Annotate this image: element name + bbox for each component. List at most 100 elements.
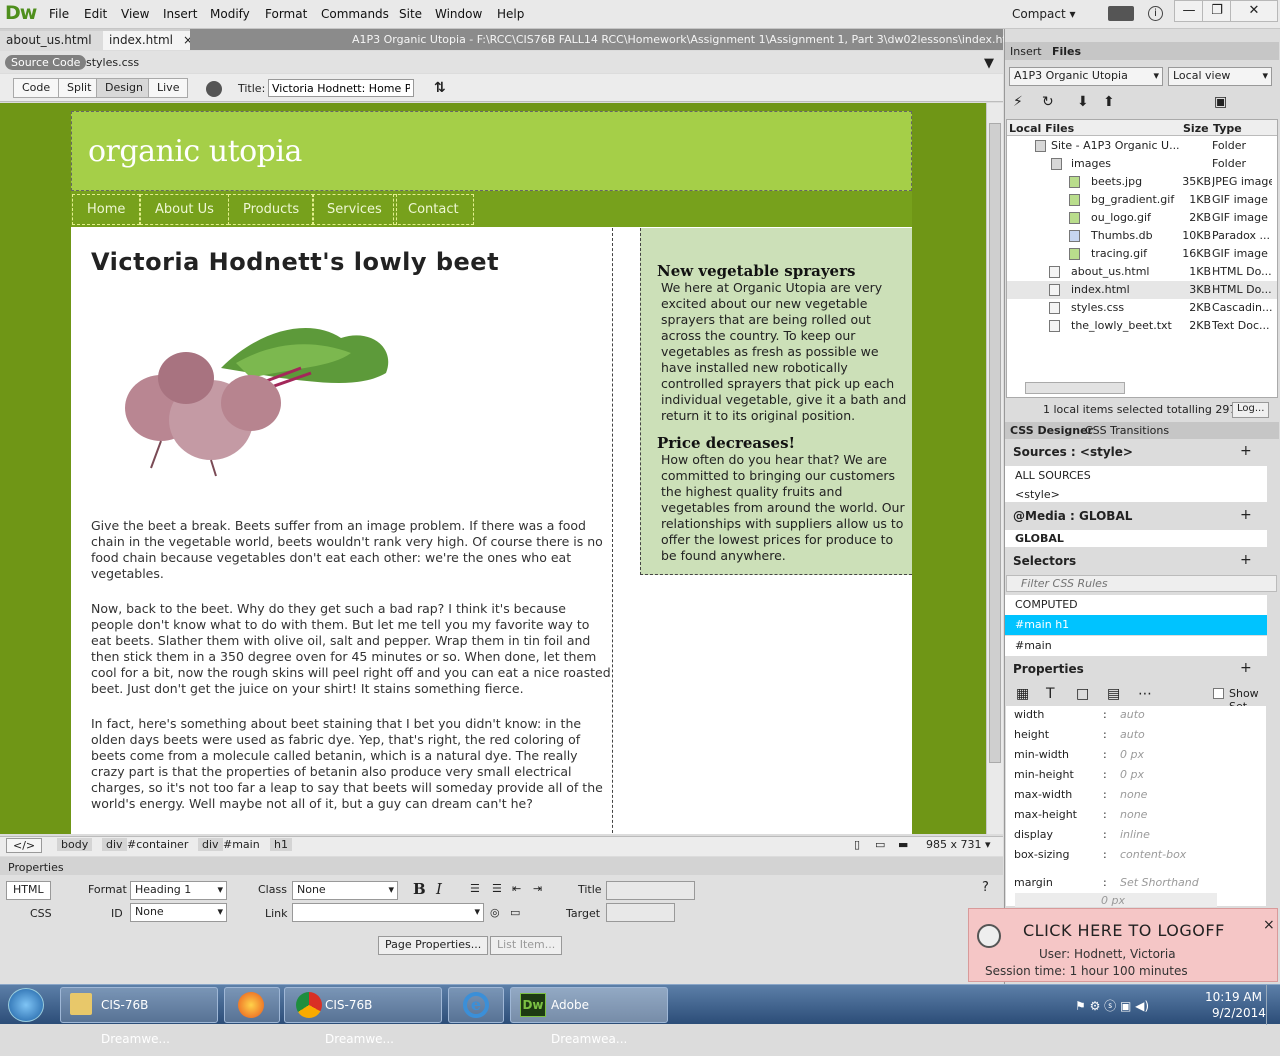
help-icon[interactable]: ? (982, 880, 989, 895)
view-select[interactable]: Local view ▾ (1168, 67, 1272, 86)
minimize-button[interactable]: — (1174, 0, 1204, 22)
bold-button[interactable]: B (413, 880, 426, 898)
clock-date[interactable]: 9/2/2014 (1212, 1006, 1266, 1020)
page-properties-button[interactable]: Page Properties... (378, 936, 489, 955)
file-row[interactable]: bg_gradient.gif 1KB GIF image (1007, 191, 1269, 209)
menu-view[interactable]: View (121, 7, 149, 21)
prop-value[interactable]: inline (1120, 828, 1150, 841)
source-code-button[interactable]: Source Code (5, 55, 87, 70)
prop-value[interactable]: auto (1120, 728, 1145, 741)
prop-value[interactable]: 0 px (1120, 768, 1144, 781)
put-files-icon[interactable]: ⬆ (1103, 94, 1115, 110)
tab-index[interactable]: index.html × (103, 31, 200, 50)
code-navigator-icon[interactable]: </> (6, 838, 43, 853)
desktop-size-icon[interactable]: ▬ (898, 838, 908, 851)
code-view-button[interactable]: Code (13, 78, 60, 98)
nav-services[interactable]: Services (312, 194, 397, 225)
beets-image[interactable] (101, 308, 401, 478)
split-view-button[interactable]: Split (58, 78, 101, 98)
menu-window[interactable]: Window (435, 7, 482, 21)
info-icon[interactable]: i (1148, 6, 1163, 21)
html-mode-button[interactable]: HTML (6, 881, 51, 900)
file-row[interactable]: styles.css 2KB Cascadin... (1007, 299, 1272, 317)
sync-settings-icon[interactable] (1108, 6, 1134, 21)
close-window-button[interactable]: ✕ (1230, 0, 1278, 22)
column-local-files[interactable]: Local Files (1009, 122, 1074, 135)
selector-item[interactable]: #main (1005, 636, 1267, 656)
file-row[interactable]: tracing.gif 16KB GIF image (1007, 245, 1269, 263)
design-view-button[interactable]: Design (96, 78, 152, 98)
link-input[interactable]: ▾ (292, 903, 484, 922)
start-button[interactable] (8, 988, 44, 1022)
class-select[interactable]: None ▾ (292, 881, 398, 900)
logoff-title[interactable]: CLICK HERE TO LOGOFF (1023, 921, 1225, 940)
show-desktop-button[interactable] (1266, 985, 1280, 1025)
tab-insert[interactable]: Insert (1010, 45, 1042, 58)
indent-icon[interactable]: ⇥ (533, 882, 542, 895)
file-row[interactable]: the_lowly_beet.txt 2KB Text Doc... (1007, 317, 1269, 335)
get-files-icon[interactable]: ⬇ (1077, 94, 1089, 110)
nav-products[interactable]: Products (228, 194, 315, 225)
nav-home[interactable]: Home (72, 194, 141, 225)
column-size[interactable]: Size (1183, 122, 1209, 135)
column-type[interactable]: Type (1213, 122, 1242, 135)
prop-value[interactable]: 0 px (1120, 748, 1144, 761)
unordered-list-icon[interactable]: ☰ (470, 882, 480, 895)
outdent-icon[interactable]: ⇤ (512, 882, 521, 895)
menu-file[interactable]: File (49, 7, 69, 21)
file-row[interactable]: about_us.html 1KB HTML Do... (1007, 263, 1272, 281)
tag-div[interactable]: div (102, 838, 127, 851)
css-mode-button[interactable]: CSS (30, 907, 52, 920)
globe-preview-icon[interactable] (206, 81, 222, 97)
selector-item[interactable]: COMPUTED (1005, 595, 1267, 615)
clock-time[interactable]: 10:19 AM (1205, 990, 1262, 1004)
border-category-icon[interactable]: □ (1076, 686, 1089, 702)
file-management-icon[interactable]: ⇅ (434, 80, 446, 96)
file-row[interactable]: images Folder (1007, 155, 1269, 173)
italic-button[interactable]: I (436, 880, 442, 898)
add-source-icon[interactable]: + (1240, 443, 1252, 459)
restore-button[interactable]: ❐ (1202, 0, 1232, 22)
filter-css-rules-input[interactable] (1006, 575, 1277, 592)
tab-about-us[interactable]: about_us.html× (0, 31, 118, 50)
more-category-icon[interactable]: ⋯ (1138, 686, 1152, 702)
tag-div[interactable]: div (198, 838, 223, 851)
tray-icons[interactable]: ⚑ ⚙ ⓢ ▣ ◀) (1075, 997, 1149, 1014)
tag-h1[interactable]: h1 (270, 838, 292, 851)
margin-top-value[interactable]: 0 px (1101, 894, 1125, 907)
file-row[interactable]: Site - A1P3 Organic U... Folder (1007, 137, 1269, 155)
style-source-item[interactable]: <style> (1005, 486, 1267, 502)
design-scrollbar[interactable] (986, 103, 1003, 834)
horizontal-scrollbar[interactable] (1025, 382, 1125, 394)
workspace-switcher[interactable]: Compact ▾ (1012, 7, 1076, 21)
logoff-popup[interactable]: CLICK HERE TO LOGOFF × User: Hodnett, Vi… (968, 908, 1278, 982)
close-icon[interactable]: × (1263, 917, 1275, 933)
main-heading[interactable]: Victoria Hodnett's lowly beet (91, 248, 499, 276)
background-category-icon[interactable]: ▤ (1107, 686, 1120, 702)
file-row[interactable]: ou_logo.gif 2KB GIF image (1007, 209, 1269, 227)
layout-category-icon[interactable]: ▦ (1016, 686, 1029, 702)
related-file-styles[interactable]: styles.css (86, 56, 139, 69)
tag-container-id[interactable]: #container (127, 838, 188, 851)
show-set-checkbox[interactable] (1213, 688, 1224, 699)
id-select[interactable]: None ▾ (130, 903, 227, 922)
add-property-icon[interactable]: + (1240, 660, 1252, 676)
nav-about-us[interactable]: About Us (140, 194, 229, 225)
design-view[interactable]: organic utopia Home About Us Products Se… (0, 103, 986, 834)
format-select[interactable]: Heading 1 ▾ (130, 881, 227, 900)
selector-item-selected[interactable]: #main h1 (1005, 615, 1267, 635)
tablet-size-icon[interactable]: ▭ (875, 838, 885, 851)
ordered-list-icon[interactable]: ☰ (492, 882, 502, 895)
prop-value[interactable]: auto (1120, 708, 1145, 721)
prop-value[interactable]: none (1120, 808, 1147, 821)
prop-value[interactable]: Set Shorthand (1120, 876, 1199, 889)
menu-insert[interactable]: Insert (163, 7, 197, 21)
menu-site[interactable]: Site (399, 7, 422, 21)
file-row-selected[interactable]: index.html 3KB HTML Do... (1007, 281, 1277, 299)
menu-edit[interactable]: Edit (84, 7, 107, 21)
browse-folder-icon[interactable]: ▭ (510, 906, 520, 919)
menu-commands[interactable]: Commands (321, 7, 389, 21)
log-button[interactable]: Log... (1232, 402, 1270, 418)
window-size[interactable]: 985 x 731 ▾ (926, 838, 991, 851)
add-selector-icon[interactable]: + (1240, 552, 1252, 568)
